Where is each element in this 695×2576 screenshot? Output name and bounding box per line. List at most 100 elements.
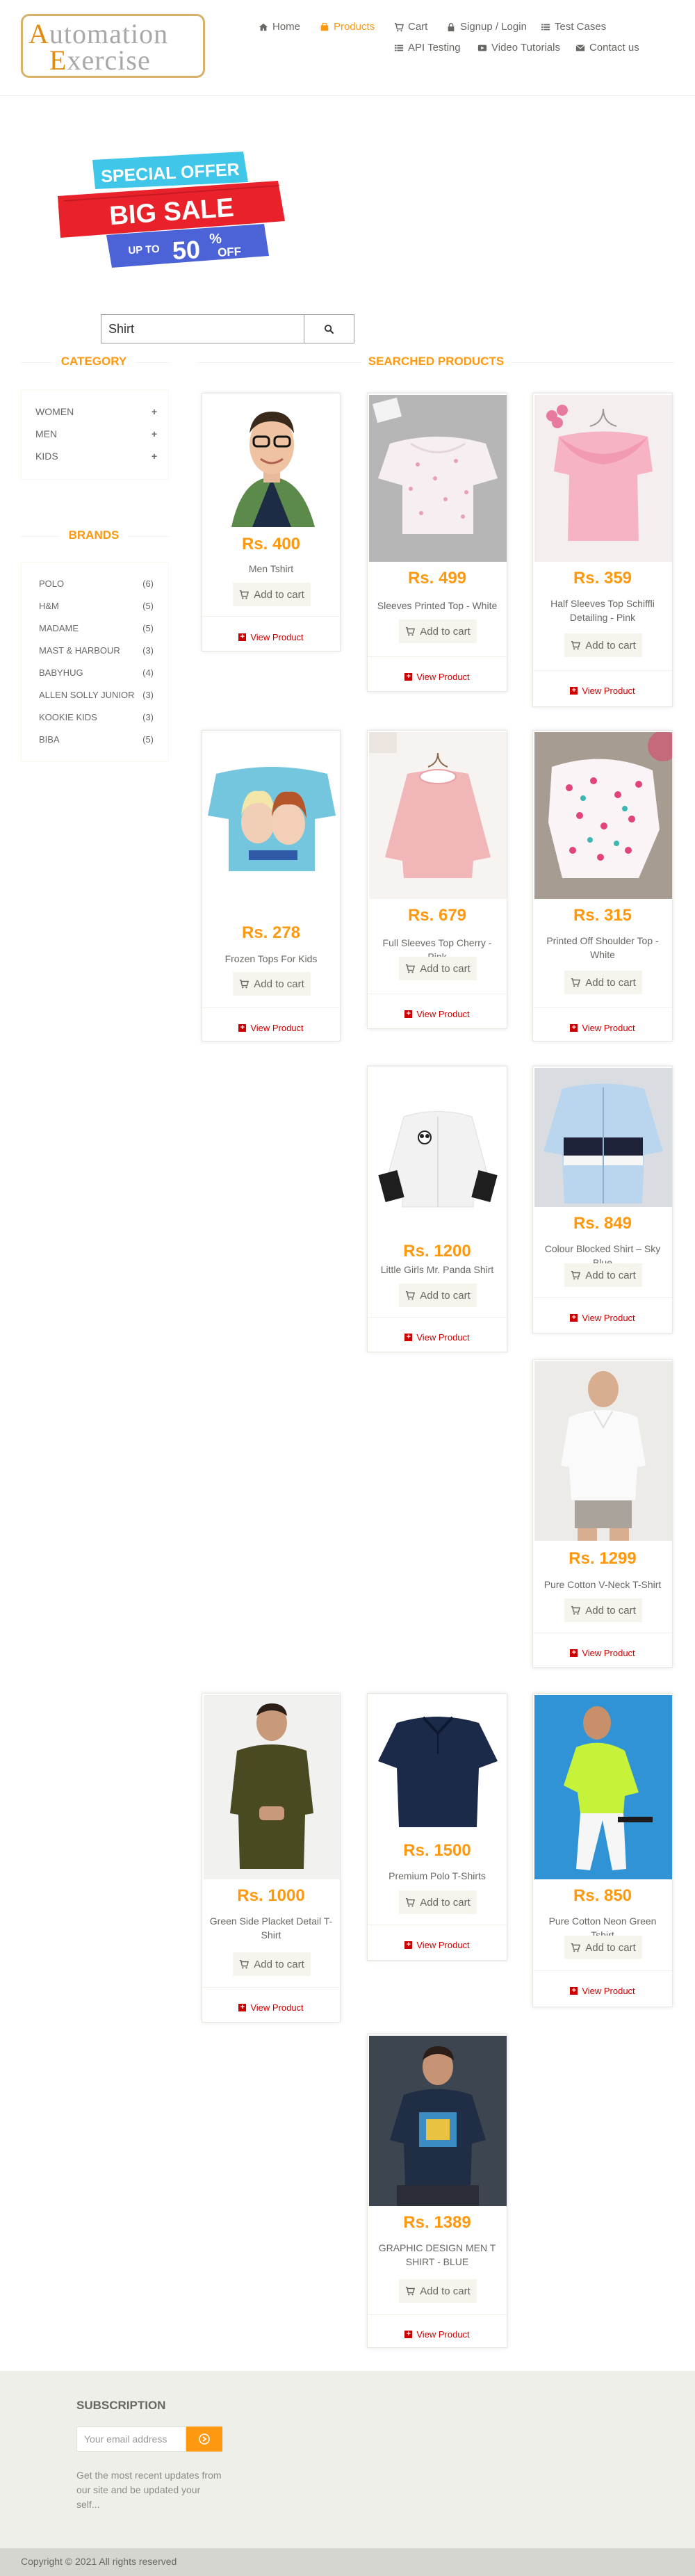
view-product-link[interactable]: + View Product [202, 2002, 340, 2013]
nav-products[interactable]: Products [320, 21, 375, 33]
brand-name: KOOKIE KIDS [39, 712, 97, 722]
cart-icon [406, 1898, 416, 1907]
submit-search-button[interactable] [304, 314, 354, 343]
add-to-cart-label: Add to cart [585, 639, 636, 651]
cart-icon [571, 1271, 581, 1280]
product-image [369, 2036, 507, 2206]
brand-count: (3) [142, 712, 154, 722]
brand-name: H&M [39, 601, 59, 611]
brand-count: (5) [142, 601, 154, 611]
cart-icon [406, 964, 416, 973]
add-to-cart-button[interactable]: Add to cart [564, 1936, 642, 1959]
view-product-link[interactable]: + View Product [202, 632, 340, 642]
brand-madame[interactable]: MADAME (5) [39, 623, 154, 633]
add-to-cart-button[interactable]: Add to cart [564, 1598, 642, 1622]
product-price: Rs. 499 [407, 569, 467, 588]
product-card: Rs. 1299 Pure Cotton V-Neck T-Shirt Add … [532, 1359, 673, 1668]
add-to-cart-button[interactable]: Add to cart [399, 619, 477, 643]
view-product-link[interactable]: + View Product [533, 1313, 672, 1323]
brand-allen-solly-junior[interactable]: ALLEN SOLLY JUNIOR (3) [39, 690, 154, 700]
product-price: Rs. 1000 [237, 1886, 305, 1905]
view-product-link[interactable]: + View Product [202, 1023, 340, 1033]
banner-percent: 50 [172, 235, 201, 265]
brand-kookie-kids[interactable]: KOOKIE KIDS (3) [39, 712, 154, 722]
view-product-link[interactable]: + View Product [533, 686, 672, 696]
cart-icon [571, 1606, 581, 1615]
nav-api-testing[interactable]: API Testing [394, 42, 461, 54]
brand-babyhug[interactable]: BABYHUG (4) [39, 667, 154, 678]
site-logo[interactable]: Automation Exercise [21, 14, 205, 78]
subscribe-email-input[interactable]: Your email address [76, 2427, 186, 2452]
add-to-cart-button[interactable]: Add to cart [564, 1263, 642, 1287]
card-footer [368, 2314, 507, 2315]
brand-name: MADAME [39, 623, 79, 633]
add-to-cart-button[interactable]: Add to cart [399, 2279, 477, 2303]
product-card: Rs. 278 Frozen Tops For Kids Add to cart… [202, 730, 341, 1042]
product-price: Rs. 359 [573, 569, 632, 588]
add-to-cart-button[interactable]: Add to cart [233, 1952, 311, 1976]
add-to-cart-button[interactable]: Add to cart [564, 633, 642, 657]
brand-name: ALLEN SOLLY JUNIOR [39, 690, 135, 700]
cart-icon [240, 590, 250, 599]
product-image [534, 395, 672, 562]
add-to-cart-label: Add to cart [254, 978, 304, 990]
card-footer [533, 670, 672, 671]
view-product-link[interactable]: + View Product [533, 1648, 672, 1658]
view-product-link[interactable]: + View Product [368, 1009, 507, 1019]
nav-label: Video Tutorials [491, 42, 560, 54]
view-product-link[interactable]: + View Product [368, 1332, 507, 1343]
add-to-cart-button[interactable]: Add to cart [399, 1283, 477, 1307]
nav-label: Signup / Login [460, 21, 527, 33]
product-name: Premium Polo T-Shirts [389, 1870, 486, 1881]
brand-hm[interactable]: H&M (5) [39, 601, 154, 611]
brand-mast-harbour[interactable]: MAST & HARBOUR (3) [39, 645, 154, 656]
plus-square-icon: + [404, 2331, 413, 2338]
category-kids[interactable]: KIDS + [35, 451, 157, 462]
nav-test-cases[interactable]: Test Cases [541, 21, 606, 33]
product-image [369, 1068, 507, 1235]
plus-square-icon: + [404, 673, 413, 681]
add-to-cart-button[interactable]: Add to cart [399, 1890, 477, 1914]
card-footer [202, 1007, 340, 1008]
product-price: Rs. 1389 [403, 2213, 471, 2232]
nav-home[interactable]: Home [259, 21, 300, 33]
category-men[interactable]: MEN + [35, 428, 157, 439]
plus-square-icon: + [404, 1334, 413, 1341]
product-image [369, 732, 507, 899]
add-to-cart-label: Add to cart [585, 976, 636, 989]
nav-cart[interactable]: Cart [394, 21, 427, 33]
cart-icon [571, 978, 581, 987]
view-product-link[interactable]: + View Product [533, 1023, 672, 1033]
view-product-link[interactable]: + View Product [533, 1986, 672, 1996]
nav-video-tutorials[interactable]: Video Tutorials [477, 42, 560, 54]
product-price: Rs. 1500 [403, 1841, 471, 1860]
product-card: Rs. 359 Half Sleeves Top Schiffli Detail… [532, 393, 673, 707]
view-product-link[interactable]: + View Product [368, 1940, 507, 1950]
footer-widget: SUBSCRIPTION Your email address Get the … [0, 2371, 695, 2548]
view-product-link[interactable]: + View Product [368, 672, 507, 682]
search-product-input[interactable]: Shirt [101, 314, 304, 343]
plus-square-icon: + [404, 1010, 413, 1018]
product-price: Rs. 679 [407, 906, 467, 925]
nav-contact-us[interactable]: Contact us [575, 42, 639, 54]
add-to-cart-button[interactable]: Add to cart [233, 583, 311, 606]
add-to-cart-button[interactable]: Add to cart [564, 971, 642, 994]
category-label: WOMEN [35, 406, 74, 417]
product-name: GRAPHIC DESIGN MEN T SHIRT - BLUE [378, 2242, 496, 2267]
view-product-label: View Product [582, 686, 635, 696]
add-to-cart-label: Add to cart [420, 625, 471, 638]
product-image [534, 1068, 672, 1207]
category-label: MEN [35, 428, 58, 439]
view-product-link[interactable]: + View Product [368, 2329, 507, 2340]
brand-count: (6) [142, 578, 154, 589]
add-to-cart-button[interactable]: Add to cart [233, 972, 311, 996]
cart-icon [406, 2287, 416, 2296]
brand-count: (3) [142, 645, 154, 656]
subscribe-button[interactable] [186, 2427, 222, 2452]
add-to-cart-button[interactable]: Add to cart [399, 957, 477, 980]
subscription-note: Get the most recent updates from our sit… [76, 2470, 222, 2510]
category-women[interactable]: WOMEN + [35, 406, 157, 417]
nav-signup-login[interactable]: Signup / Login [446, 21, 527, 33]
brand-biba[interactable]: BIBA (5) [39, 734, 154, 745]
brand-polo[interactable]: POLO (6) [39, 578, 154, 589]
